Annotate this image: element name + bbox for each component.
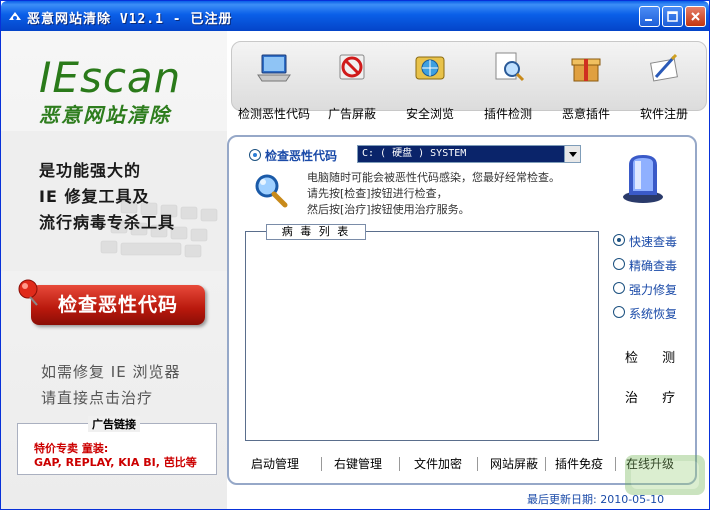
dropdown-arrow[interactable] xyxy=(564,146,580,162)
slogan-line: 流行病毒专杀工具 xyxy=(39,213,176,232)
pen-paper-icon xyxy=(650,53,678,82)
radio-button[interactable] xyxy=(613,234,625,246)
tool-label: 安全浏览 xyxy=(405,107,454,121)
divider xyxy=(321,457,322,471)
startup-manager-button[interactable]: 启动管理 xyxy=(235,453,315,475)
check-malicious-code-button[interactable]: 检查恶性代码 xyxy=(31,285,205,325)
minimize-icon xyxy=(645,19,652,21)
info-line: 然后按[治疗]按钮使用治疗服务。 xyxy=(307,203,470,216)
ad-link[interactable]: GAP, REPLAY, KIA BI, 芭比等 xyxy=(34,454,197,470)
app-icon xyxy=(9,12,21,20)
drive-select-value: C: ( 硬盘 ) SYSTEM xyxy=(362,148,467,159)
divider xyxy=(545,457,546,471)
mode-label: 系统恢复 xyxy=(629,307,678,321)
chevron-down-icon xyxy=(569,152,577,157)
divider xyxy=(399,457,400,471)
radio-button[interactable] xyxy=(613,258,625,270)
scan-option-radio[interactable] xyxy=(249,149,261,161)
drive-select[interactable]: C: ( 硬盘 ) SYSTEM xyxy=(357,145,581,163)
tool-ad-block[interactable]: 广告屏蔽 xyxy=(313,45,391,125)
toolbar: 检测恶性代码 广告屏蔽 安全浏览 插件检测 恶意插件 软件注册 xyxy=(227,31,709,129)
site-block-button[interactable]: 网站屏蔽 xyxy=(479,453,549,475)
tool-label: 软件注册 xyxy=(639,107,688,121)
watermark-logo xyxy=(625,455,705,495)
logo-ie: IE xyxy=(39,53,80,102)
no-entry-icon xyxy=(339,54,365,80)
treat-button[interactable]: 治 疗 xyxy=(625,387,685,406)
tool-safe-browsing[interactable]: 安全浏览 xyxy=(391,45,469,125)
mode-label: 快速查毒 xyxy=(629,235,678,249)
divider xyxy=(477,457,478,471)
tool-malicious-plugin[interactable]: 恶意插件 xyxy=(547,45,625,125)
tool-software-register[interactable]: 软件注册 xyxy=(625,45,703,125)
maximize-button[interactable] xyxy=(662,6,683,27)
title-bar[interactable]: 恶意网站清除 V12.1 - 已注册 xyxy=(1,1,709,31)
info-line: 请先按[检查]按钮进行检查， xyxy=(307,187,448,200)
tool-plugin-check[interactable]: 插件检测 xyxy=(469,45,547,125)
status-lamp-icon xyxy=(623,155,663,203)
plugin-immunity-button[interactable]: 插件免疫 xyxy=(547,453,611,475)
logo: IEscan xyxy=(39,53,181,102)
context-menu-manager-button[interactable]: 右键管理 xyxy=(323,453,393,475)
slogan-line: IE 修复工具及 xyxy=(39,187,150,206)
mode-label: 强力修复 xyxy=(629,283,678,297)
close-icon xyxy=(691,12,700,21)
close-button[interactable] xyxy=(685,6,706,27)
left-panel: IEscan 恶意网站清除 是功能强大的 IE 修复工具及 流行病毒专杀工具 检… xyxy=(1,31,227,509)
radio-button[interactable] xyxy=(613,282,625,294)
divider xyxy=(615,457,616,471)
pushpin-icon xyxy=(18,279,38,306)
logo-scan: scan xyxy=(79,53,182,102)
globe-tv-icon xyxy=(415,56,445,80)
tool-label: 检测恶性代码 xyxy=(237,107,310,121)
app-window: 恶意网站清除 V12.1 - 已注册 IEscan 恶意网站清除 是功能强大的 … xyxy=(0,0,710,510)
ad-link-box[interactable]: 广告链接 特价专卖 童装: GAP, REPLAY, KIA BI, 芭比等 xyxy=(17,416,217,475)
scan-option-label[interactable]: 检查恶性代码 xyxy=(265,147,337,164)
virus-list-title: 病 毒 列 表 xyxy=(266,224,366,240)
tool-label: 广告屏蔽 xyxy=(327,107,376,121)
info-line: 电脑随时可能会被恶性代码感染，您最好经常检查。 xyxy=(307,171,560,184)
ad-title: 广告链接 xyxy=(88,416,140,432)
magnifier-icon xyxy=(255,174,288,208)
window-title: 恶意网站清除 V12.1 - 已注册 xyxy=(27,12,233,27)
laptop-icon xyxy=(257,54,291,82)
radio-button[interactable] xyxy=(613,306,625,318)
virus-list[interactable]: 病 毒 列 表 xyxy=(245,224,599,441)
mode-label: 精确查毒 xyxy=(629,259,678,273)
gift-box-icon xyxy=(571,58,601,82)
file-encrypt-button[interactable]: 文件加密 xyxy=(401,453,475,475)
tool-label: 插件检测 xyxy=(483,107,532,121)
detect-button[interactable]: 检 测 xyxy=(625,347,685,366)
slogan-line: 是功能强大的 xyxy=(39,161,142,180)
minimize-button[interactable] xyxy=(639,6,660,27)
tool-label: 恶意插件 xyxy=(561,107,610,121)
magnifier-doc-icon xyxy=(495,52,525,82)
maximize-icon xyxy=(667,11,678,22)
tool-detect-malicious-code[interactable]: 检测恶性代码 xyxy=(235,45,313,125)
hint-line: 如需修复 IE 浏览器 xyxy=(41,363,181,381)
scan-panel: 检查恶性代码 C: ( 硬盘 ) SYSTEM 电脑随时可能会被恶性代码感染，您… xyxy=(227,135,697,485)
logo-subtitle: 恶意网站清除 xyxy=(39,103,171,127)
hint-line: 请直接点击治疗 xyxy=(41,389,154,407)
